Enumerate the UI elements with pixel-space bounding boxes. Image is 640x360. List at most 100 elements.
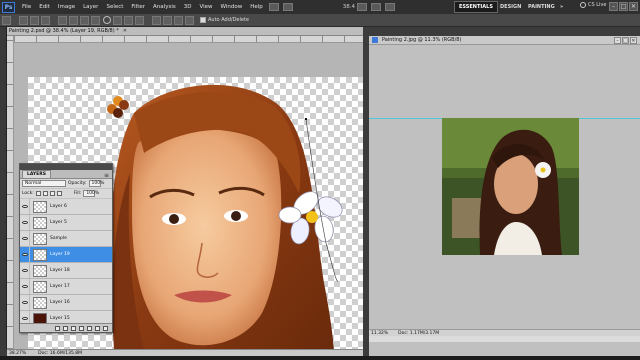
menu-window[interactable]: Window (217, 4, 247, 10)
maximize-button[interactable]: □ (619, 2, 628, 11)
menu-help[interactable]: Help (246, 4, 267, 10)
doc2-close-button[interactable]: ✕ (630, 37, 637, 44)
layers-panel-tabs: LAYERS (20, 170, 112, 179)
menu-file[interactable]: File (18, 4, 35, 10)
menu-3d[interactable]: 3D (180, 4, 196, 10)
eye-icon[interactable] (20, 246, 30, 263)
opacity-label: Opacity: (68, 181, 87, 186)
menu-layer[interactable]: Layer (79, 4, 102, 10)
fx-icon[interactable] (63, 325, 68, 331)
doc1-zoom-level[interactable]: 38.27% (9, 351, 26, 356)
layer-row-layer-5[interactable]: Layer 5 (20, 214, 112, 231)
menu-select[interactable]: Select (102, 4, 127, 10)
workspace-essentials[interactable]: ESSENTIALS (454, 1, 498, 13)
hand-tool-icon[interactable] (357, 3, 367, 11)
lock-transparency-icon[interactable] (35, 191, 41, 196)
auto-add-delete-checkbox[interactable] (200, 17, 206, 23)
fill-pixels-icon[interactable] (41, 15, 50, 25)
eye-icon[interactable] (20, 262, 30, 279)
tools-panel[interactable] (0, 27, 7, 349)
opacity-field[interactable]: 100% (88, 180, 104, 187)
doc2-horizontal-scrollbar[interactable] (369, 336, 640, 342)
ellipse-icon[interactable] (103, 16, 111, 24)
layer-row-layer-6[interactable]: Layer 6 (20, 198, 112, 215)
freeform-pen-icon[interactable] (69, 15, 78, 25)
layers-panel-footer (20, 323, 112, 332)
bridge-icon[interactable] (268, 3, 279, 11)
doc2-maximize-button[interactable]: □ (622, 37, 629, 44)
paths-icon[interactable] (30, 15, 39, 25)
blend-mode-select[interactable]: Normal (22, 180, 66, 187)
subtract-path-icon[interactable] (174, 15, 183, 25)
path-ops-icon[interactable] (152, 15, 161, 25)
eye-icon[interactable] (20, 198, 30, 215)
rotate-view-icon[interactable] (385, 3, 395, 11)
close-button[interactable]: ✕ (629, 2, 638, 11)
rectangle-icon[interactable] (80, 15, 89, 25)
layer-row-layer-18[interactable]: Layer 18 (20, 262, 112, 279)
eye-icon[interactable] (20, 230, 30, 247)
layer-row-layer-17[interactable]: Layer 17 (20, 278, 112, 295)
eye-icon[interactable] (20, 278, 30, 295)
layer-row-layer-19[interactable]: Layer 19 (20, 246, 112, 263)
doc1-close-icon[interactable]: ✕ (123, 28, 127, 34)
intersect-path-icon[interactable] (185, 15, 194, 25)
panel-menu-icon[interactable]: ≡ (104, 172, 109, 179)
adjustment-layer-icon[interactable] (79, 325, 84, 331)
ruler-vertical[interactable] (7, 36, 14, 349)
workspace-design[interactable]: DESIGN (496, 1, 525, 13)
path-anchor-point[interactable] (305, 118, 307, 120)
reference-photo[interactable] (442, 118, 579, 255)
add-path-icon[interactable] (163, 15, 172, 25)
tab-layers[interactable]: LAYERS (22, 170, 51, 178)
lock-pixels-icon[interactable] (42, 191, 48, 196)
shape-layers-icon[interactable] (19, 15, 28, 25)
cs-live-icon (580, 2, 586, 8)
workspace-more-button[interactable]: » (556, 1, 567, 13)
pen-icon[interactable] (58, 15, 67, 25)
menu-analysis[interactable]: Analysis (149, 4, 180, 10)
cs-live-button[interactable]: CS Live (580, 2, 606, 8)
doc1-doc-size[interactable]: Doc: 16.6M/135.8M (38, 351, 82, 356)
fill-field[interactable]: 100% (83, 190, 99, 197)
link-layers-icon[interactable] (55, 325, 60, 331)
ruler-horizontal[interactable] (14, 36, 363, 43)
right-iris-shape (231, 211, 241, 221)
photoshop-logo: Ps (2, 1, 15, 13)
doc2-canvas-area[interactable]: 11.32% Doc: 1.17M/3.17M (369, 45, 640, 356)
doc2-zoom-level[interactable]: 11.32% (371, 331, 388, 336)
doc2-minimize-button[interactable]: – (614, 37, 621, 44)
rounded-rectangle-icon[interactable] (91, 15, 100, 25)
pen-tool-preset-icon[interactable] (2, 15, 11, 25)
doc2-doc-size[interactable]: Doc: 1.17M/3.17M (398, 331, 439, 336)
doc2-tab[interactable]: Painting 2.jpg @ 11.3% (RGB/8) – □ ✕ (369, 36, 640, 45)
add-mask-icon[interactable] (71, 325, 76, 331)
eye-icon[interactable] (20, 294, 30, 311)
workspace-painting[interactable]: PAINTING (524, 1, 559, 13)
polygon-icon[interactable] (113, 15, 122, 25)
layer-name: Layer 6 (50, 204, 67, 209)
doc1-tab[interactable]: Painting 2.psd @ 38.4% (Layer 19, RGB/8)… (7, 27, 363, 36)
delete-layer-icon[interactable] (103, 325, 108, 331)
lock-all-icon[interactable] (56, 191, 62, 196)
menu-view[interactable]: View (195, 4, 216, 10)
zoom-level-select[interactable]: 38.4 (343, 4, 355, 10)
layer-row-sample[interactable]: Sample (20, 230, 112, 247)
layer-row-layer-16[interactable]: Layer 16 (20, 294, 112, 311)
minibridge-icon[interactable] (282, 3, 293, 11)
layer-name: Layer 16 (50, 300, 70, 305)
zoom-tool-icon[interactable] (371, 3, 381, 11)
layer-thumbnail (33, 216, 47, 229)
lock-position-icon[interactable] (49, 191, 55, 196)
new-group-icon[interactable] (87, 325, 92, 331)
custom-shape-icon[interactable] (135, 15, 144, 25)
menu-filter[interactable]: Filter (127, 4, 149, 10)
face-shape (132, 129, 282, 346)
new-layer-icon[interactable] (95, 325, 100, 331)
eye-icon[interactable] (20, 214, 30, 231)
layer-name: Layer 17 (50, 284, 70, 289)
line-icon[interactable] (124, 15, 133, 25)
menu-image[interactable]: Image (54, 4, 79, 10)
menu-edit[interactable]: Edit (35, 4, 54, 10)
minimize-button[interactable]: – (609, 2, 618, 11)
